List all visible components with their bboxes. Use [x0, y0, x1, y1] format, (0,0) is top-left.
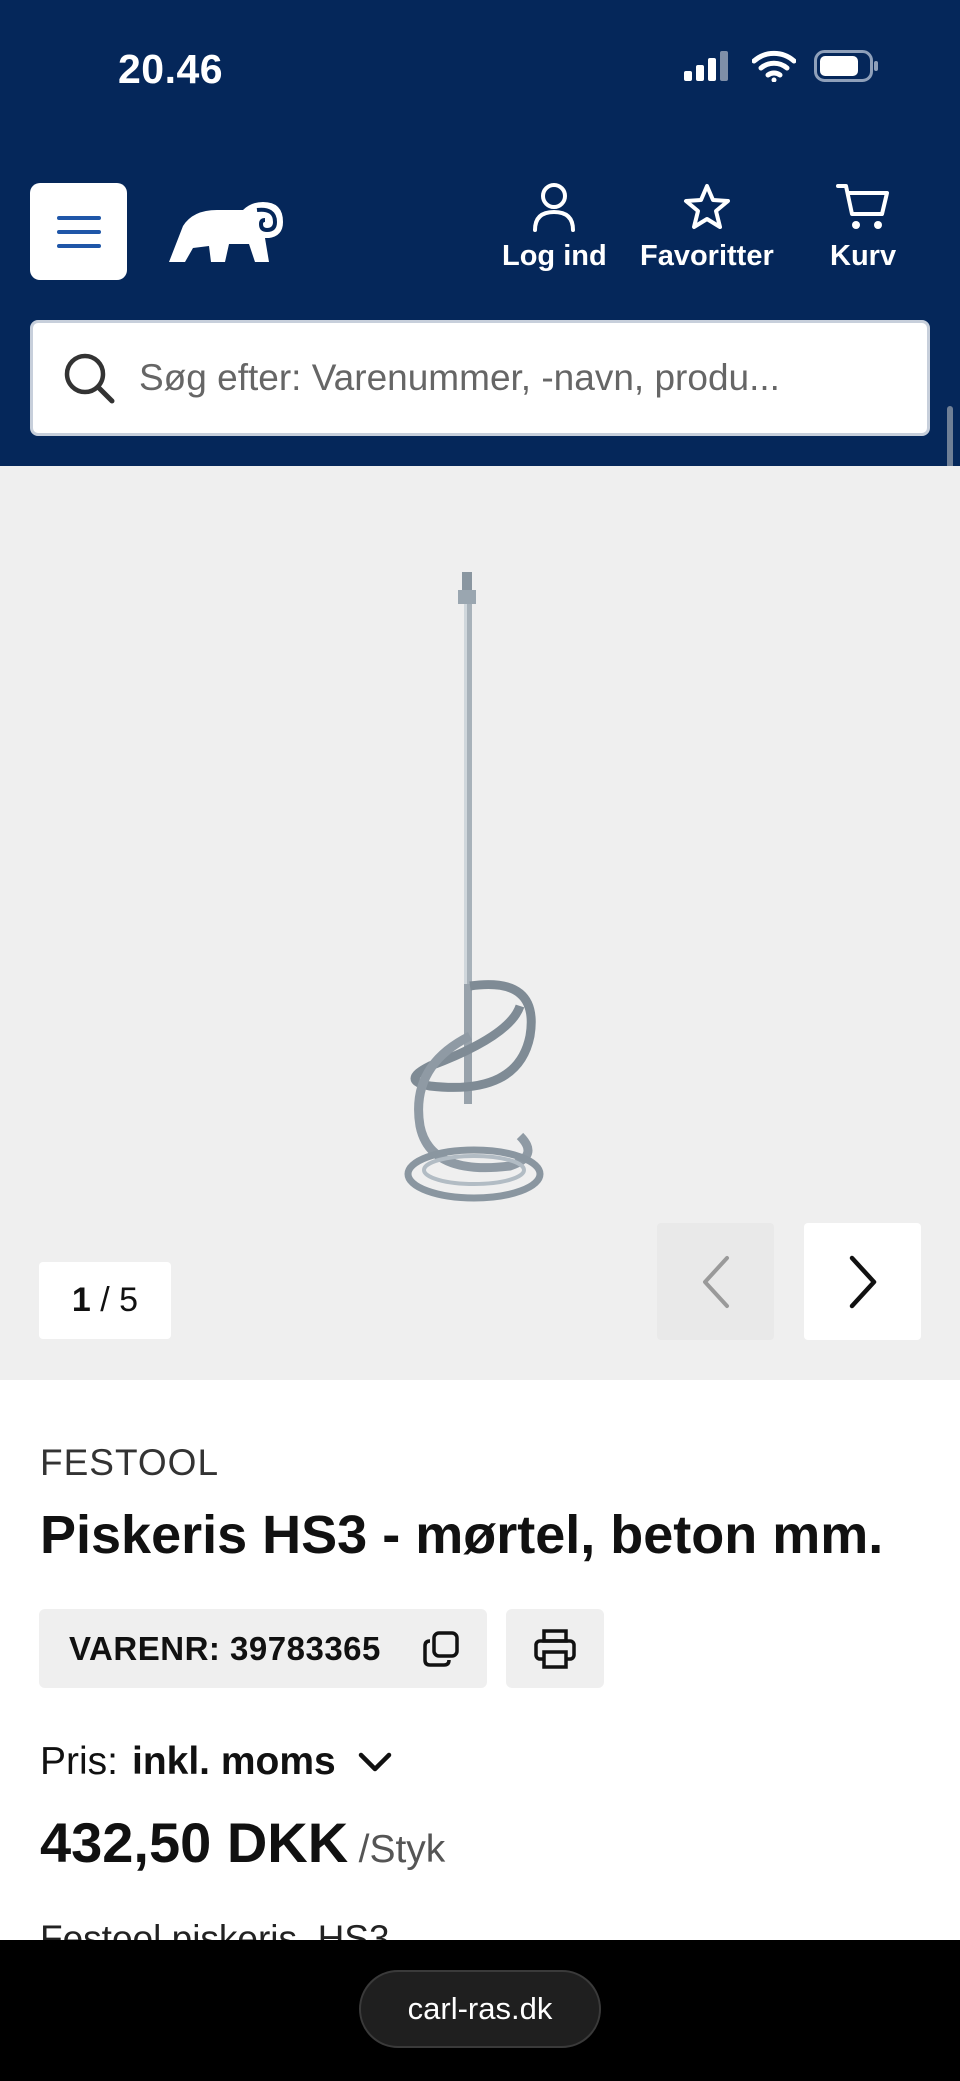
cart-button[interactable]: Kurv	[830, 182, 896, 273]
price-unit: /Styk	[358, 1828, 446, 1871]
print-button[interactable]	[506, 1609, 604, 1688]
product-title: Piskeris HS3 - mørtel, beton mm.	[40, 1505, 884, 1565]
ram-logo-icon[interactable]	[165, 196, 285, 266]
signal-icon	[684, 51, 728, 81]
favorites-label: Favoritter	[640, 240, 774, 272]
search-icon	[64, 353, 115, 404]
favorites-button[interactable]: Favoritter	[640, 182, 774, 273]
image-counter-total: / 5	[100, 1281, 139, 1319]
prev-image-button[interactable]	[657, 1223, 774, 1340]
copy-icon	[423, 1631, 459, 1667]
search-input[interactable]	[139, 357, 919, 399]
site-header: 20.46 Log ind Favoritter Kurv Søg efter:…	[0, 0, 960, 466]
login-label: Log ind	[502, 240, 607, 272]
price-mode-value: inkl. moms	[132, 1740, 336, 1783]
product-image	[404, 572, 544, 1202]
printer-icon	[534, 1628, 576, 1669]
chevron-right-icon	[849, 1255, 876, 1308]
product-gallery[interactable]: 1 / 5	[0, 466, 960, 1380]
battery-icon	[814, 50, 878, 82]
next-image-button[interactable]	[804, 1223, 921, 1340]
product-brand[interactable]: FESTOOL	[40, 1442, 219, 1484]
sku-copy-chip[interactable]: VARENR: 39783365	[39, 1609, 487, 1688]
browser-bottom-bar: carl-ras.dk	[0, 1940, 960, 2081]
price-amount: 432,50 DKK	[40, 1811, 349, 1874]
cart-icon	[836, 184, 890, 229]
image-counter: 1 / 5	[39, 1262, 171, 1339]
status-icons	[684, 50, 880, 82]
menu-button[interactable]	[30, 183, 127, 280]
login-button[interactable]: Log ind	[502, 182, 607, 273]
search-bar[interactable]	[30, 320, 930, 436]
chevron-left-icon	[702, 1255, 729, 1308]
url-bar[interactable]: carl-ras.dk	[359, 1970, 601, 2048]
star-icon	[683, 184, 730, 229]
sku-label: VARENR: 39783365	[69, 1629, 381, 1667]
price-mode-selector[interactable]: Pris: inkl. moms	[40, 1740, 392, 1784]
image-counter-current: 1	[71, 1281, 91, 1319]
product-price: 432,50 DKK /Styk	[40, 1810, 445, 1875]
price-label: Pris:	[40, 1740, 118, 1783]
chevron-down-icon	[358, 1752, 391, 1772]
cart-label: Kurv	[830, 240, 897, 272]
wifi-icon	[752, 50, 796, 82]
hamburger-icon	[56, 215, 101, 248]
status-time: 20.46	[118, 46, 224, 92]
user-icon	[533, 183, 576, 232]
